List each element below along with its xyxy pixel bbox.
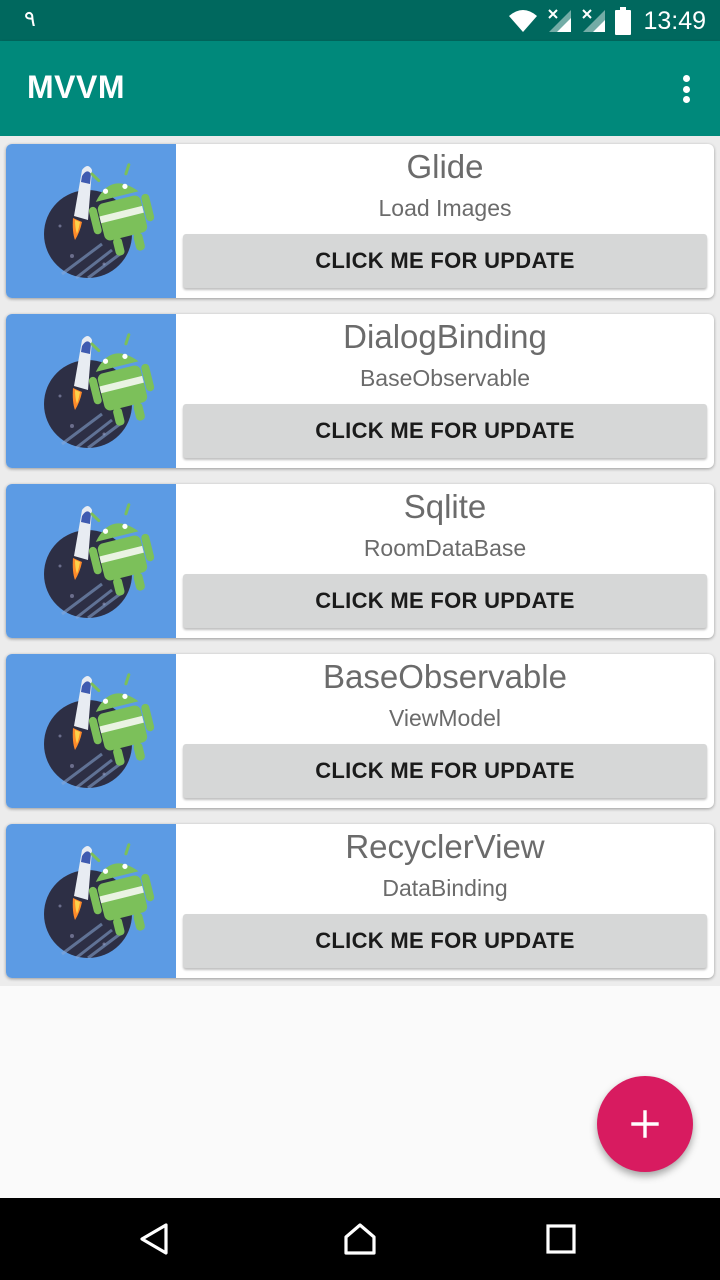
android-rocket-image (6, 144, 176, 298)
recents-icon[interactable] (541, 1219, 581, 1259)
card-title: Glide (406, 148, 484, 185)
back-icon[interactable] (134, 1219, 174, 1259)
card-subtitle: DataBinding (382, 875, 508, 901)
clock: 13:49 (643, 6, 706, 35)
android-rocket-image (6, 484, 176, 638)
list-card[interactable]: RecyclerView DataBinding CLICK ME FOR UP… (6, 824, 714, 978)
card-subtitle: ViewModel (388, 705, 502, 731)
battery-icon (615, 7, 632, 35)
page-title: MVVM (27, 69, 125, 105)
status-left-glyph: ٩ (24, 6, 36, 31)
list-card[interactable]: Glide Load Images CLICK ME FOR UPDATE (6, 144, 714, 298)
navigation-bar (0, 1198, 720, 1280)
card-subtitle: RoomDataBase (363, 535, 527, 561)
status-icons: 13:49 (507, 5, 706, 37)
android-rocket-image (6, 654, 176, 808)
card-title: BaseObservable (323, 658, 567, 695)
update-button[interactable]: CLICK ME FOR UPDATE (183, 574, 707, 628)
update-button[interactable]: CLICK ME FOR UPDATE (183, 404, 707, 458)
card-title: Sqlite (403, 488, 487, 525)
list-card[interactable]: BaseObservable ViewModel CLICK ME FOR UP… (6, 654, 714, 808)
overflow-menu-icon[interactable] (678, 73, 694, 105)
card-list[interactable]: Glide Load Images CLICK ME FOR UPDATE Di… (0, 136, 720, 986)
app-bar: MVVM (0, 41, 720, 136)
card-subtitle: Load Images (378, 195, 512, 221)
home-icon[interactable] (340, 1219, 380, 1259)
signal-icon (548, 9, 572, 32)
status-bar: ٩ 13:49 (0, 0, 720, 41)
card-title: DialogBinding (343, 318, 547, 355)
list-card[interactable]: Sqlite RoomDataBase CLICK ME FOR UPDATE (6, 484, 714, 638)
signal-icon (582, 9, 606, 32)
card-title: RecyclerView (345, 828, 545, 865)
card-subtitle: BaseObservable (359, 365, 531, 391)
add-button[interactable] (597, 1076, 693, 1172)
wifi-icon (509, 10, 538, 32)
update-button[interactable]: CLICK ME FOR UPDATE (183, 744, 707, 798)
plus-icon (631, 1110, 659, 1138)
android-rocket-image (6, 314, 176, 468)
android-rocket-image (6, 824, 176, 978)
list-card[interactable]: DialogBinding BaseObservable CLICK ME FO… (6, 314, 714, 468)
update-button[interactable]: CLICK ME FOR UPDATE (183, 234, 707, 288)
update-button[interactable]: CLICK ME FOR UPDATE (183, 914, 707, 968)
